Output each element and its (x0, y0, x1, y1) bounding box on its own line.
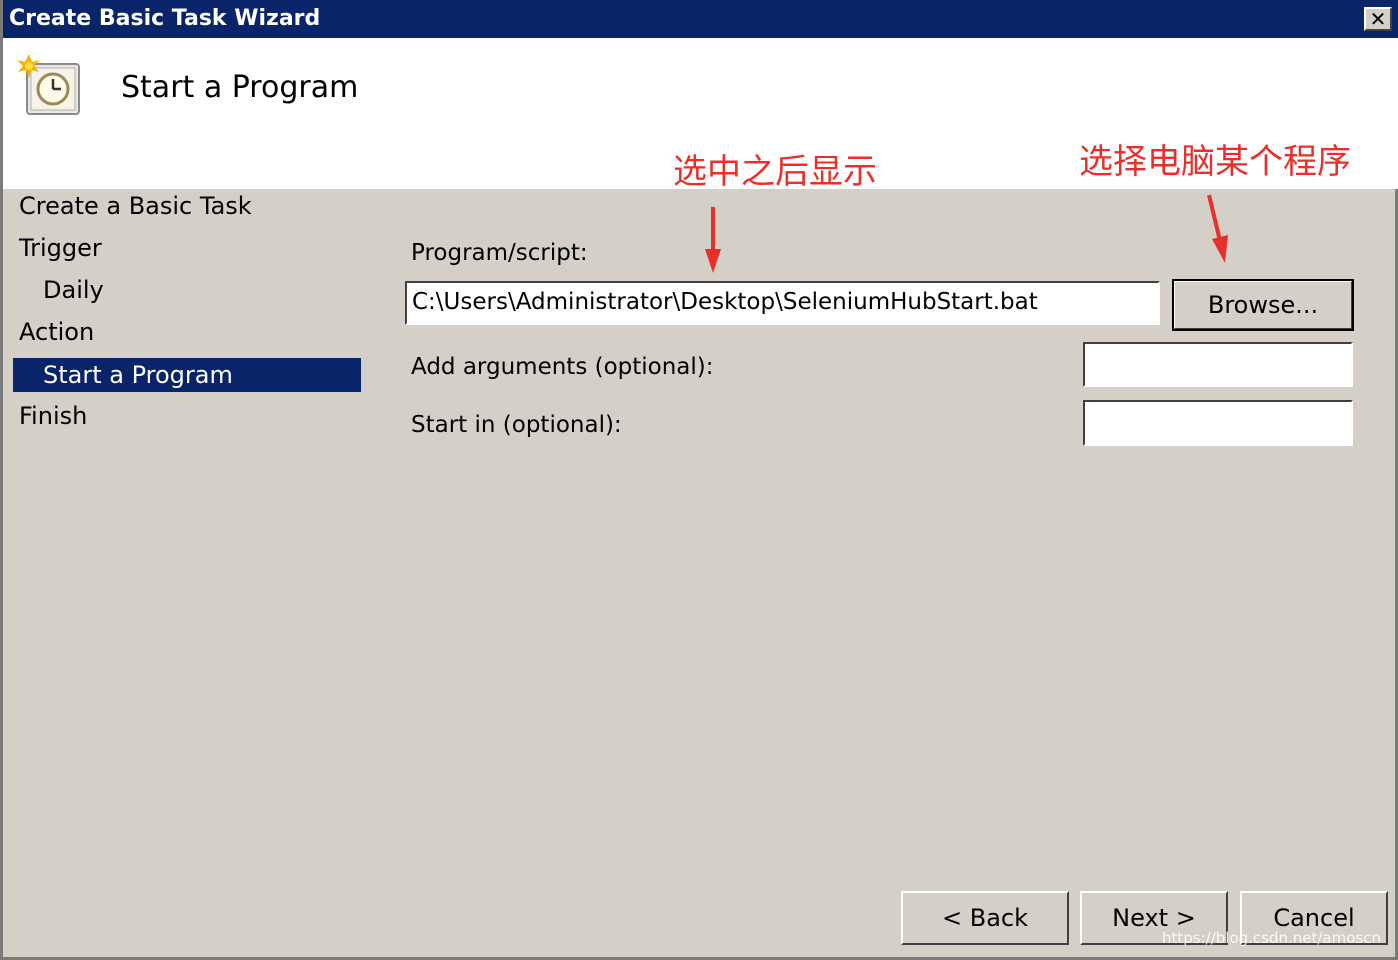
task-clock-icon (17, 54, 80, 115)
back-button[interactable]: < Back (901, 891, 1069, 945)
window-title: Create Basic Task Wizard (9, 6, 321, 31)
next-button-label: Next > (1112, 904, 1196, 932)
annotation-choose-program: 选择电脑某个程序 (1079, 142, 1351, 182)
browse-button[interactable]: Browse... (1172, 279, 1354, 331)
program-script-input[interactable]: C:\Users\Administrator\Desktop\SeleniumH… (405, 281, 1160, 325)
annotation-arrow-right (1207, 194, 1228, 263)
add-arguments-input[interactable] (1083, 342, 1353, 387)
close-button[interactable]: ✕ (1364, 7, 1392, 31)
close-icon: ✕ (1369, 7, 1387, 31)
nav-item-trigger[interactable]: Trigger (19, 231, 102, 265)
page-title: Start a Program (121, 70, 359, 105)
start-in-input[interactable] (1083, 400, 1353, 446)
title-bar[interactable]: Create Basic Task Wizard ✕ (3, 0, 1398, 38)
wizard-window: Create Basic Task Wizard ✕ Start a Progr… (0, 0, 1398, 960)
annotation-selected-display: 选中之后显示 (673, 152, 877, 192)
wizard-steps-nav: Create a Basic Task Trigger Daily Action… (3, 189, 373, 489)
wizard-header: Start a Program 选中之后显示 选择电脑某个程序 (3, 38, 1398, 192)
add-arguments-label: Add arguments (optional): (411, 354, 714, 380)
cancel-button-label: Cancel (1273, 904, 1355, 932)
nav-item-daily[interactable]: Daily (43, 273, 104, 307)
nav-item-start-a-program[interactable]: Start a Program (13, 358, 361, 392)
watermark: https://blog.csdn.net/amoscn (1161, 929, 1381, 947)
nav-item-finish[interactable]: Finish (19, 399, 87, 433)
nav-item-action[interactable]: Action (19, 315, 94, 349)
start-in-label: Start in (optional): (411, 412, 622, 438)
program-script-label: Program/script: (411, 240, 588, 266)
annotation-arrow-left (705, 207, 721, 273)
back-button-label: < Back (941, 904, 1028, 932)
browse-button-label: Browse... (1207, 291, 1319, 319)
nav-item-create-basic-task[interactable]: Create a Basic Task (19, 189, 252, 223)
